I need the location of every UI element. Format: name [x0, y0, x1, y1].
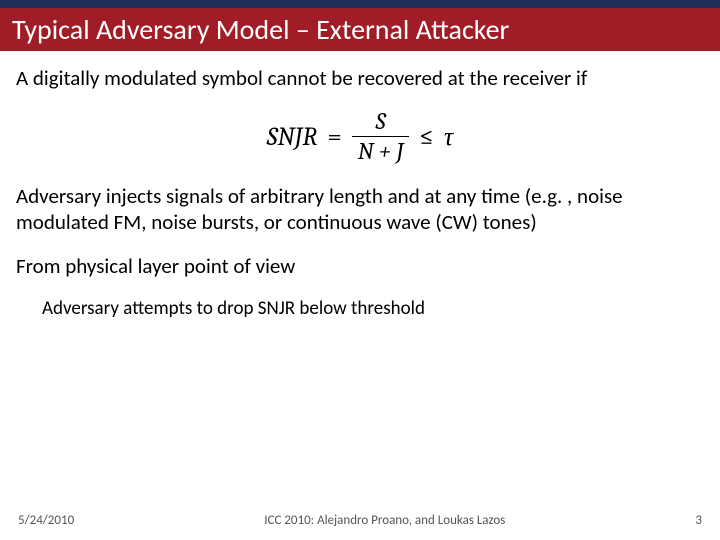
- physical-layer-heading: From physical layer point of view: [16, 253, 704, 279]
- adversary-text: Adversary injects signals of arbitrary l…: [16, 183, 704, 236]
- formula-relation: ≤: [419, 121, 433, 154]
- formula-numerator: S: [370, 109, 392, 136]
- top-accent-stripe: [0, 0, 720, 8]
- footer-page-number: 3: [695, 513, 702, 528]
- slide-content: A digitally modulated symbol cannot be r…: [0, 51, 720, 321]
- formula-fraction: S N + J: [352, 109, 410, 164]
- footer-date: 5/24/2010: [18, 513, 74, 528]
- formula-denominator: N + J: [352, 136, 410, 164]
- title-bar: Typical Adversary Model – External Attac…: [0, 8, 720, 51]
- slide-footer: 5/24/2010 ICC 2010: Alejandro Proano, an…: [0, 513, 720, 528]
- formula-lhs: SNJR: [267, 121, 318, 154]
- formula-rhs: τ: [444, 121, 453, 154]
- formula-block: SNJR = S N + J ≤ τ: [16, 109, 704, 164]
- snjr-formula: SNJR = S N + J ≤ τ: [267, 109, 453, 164]
- slide-title: Typical Adversary Model – External Attac…: [12, 12, 708, 47]
- intro-text: A digitally modulated symbol cannot be r…: [16, 65, 704, 91]
- formula-equals: =: [327, 121, 341, 154]
- footer-center: ICC 2010: Alejandro Proano, and Loukas L…: [74, 513, 695, 528]
- physical-layer-sub: Adversary attempts to drop SNJR below th…: [42, 297, 704, 321]
